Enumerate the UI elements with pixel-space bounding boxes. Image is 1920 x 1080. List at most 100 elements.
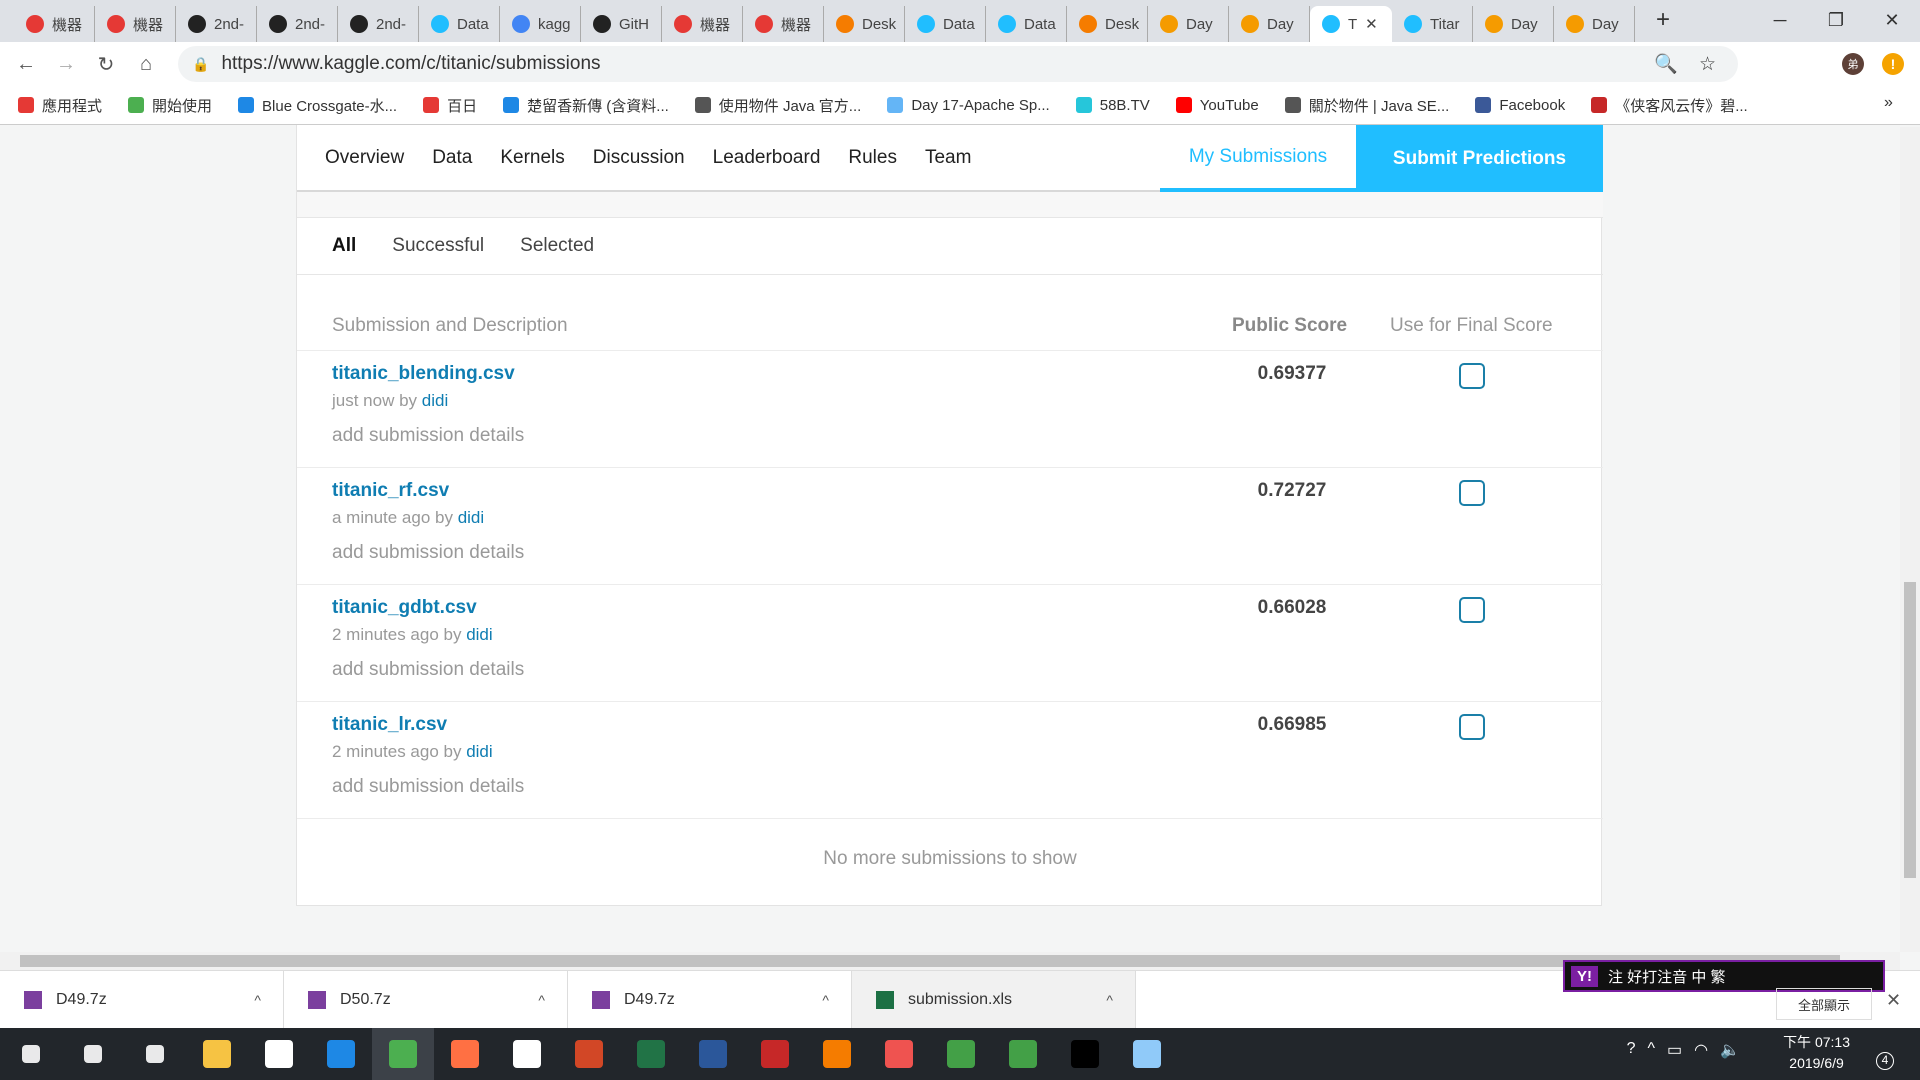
nav-leaderboard[interactable]: Leaderboard xyxy=(713,147,821,169)
star-icon[interactable]: ☆ xyxy=(1699,53,1716,76)
browser-tab[interactable]: 機器 xyxy=(14,6,95,42)
search-icon[interactable] xyxy=(62,1028,124,1080)
submission-file-link[interactable]: titanic_lr.csv xyxy=(332,714,447,736)
restore-icon[interactable]: ❐ xyxy=(1808,0,1864,40)
submission-file-link[interactable]: titanic_blending.csv xyxy=(332,363,515,385)
browser-tab[interactable]: 機器 xyxy=(743,6,824,42)
user-link[interactable]: didi xyxy=(458,508,484,527)
edge-icon[interactable] xyxy=(310,1028,372,1080)
update-alert-icon[interactable]: ! xyxy=(1882,53,1904,75)
bookmark-item[interactable]: Day 17-Apache Sp... xyxy=(887,97,1050,114)
chevron-up-icon[interactable]: ^ xyxy=(1106,992,1113,1008)
firefox-icon[interactable] xyxy=(434,1028,496,1080)
browser-tab[interactable]: Day xyxy=(1473,6,1554,42)
browser-tab[interactable]: Data xyxy=(419,6,500,42)
add-details-link[interactable]: add submission details xyxy=(332,542,524,564)
add-details-link[interactable]: add submission details xyxy=(332,659,524,681)
download-item[interactable]: D49.7z ^ xyxy=(568,971,852,1029)
excel-icon[interactable] xyxy=(620,1028,682,1080)
close-downloads-icon[interactable]: ✕ xyxy=(1886,990,1901,1011)
submission-file-link[interactable]: titanic_gdbt.csv xyxy=(332,597,477,619)
browser-tab[interactable]: Day xyxy=(1229,6,1310,42)
browser-tab[interactable]: 機器 xyxy=(95,6,176,42)
mail-icon[interactable] xyxy=(496,1028,558,1080)
bookmark-item[interactable]: 使用物件 Java 官方... xyxy=(694,95,861,116)
vertical-scroll-thumb[interactable] xyxy=(1904,582,1916,878)
final-score-checkbox[interactable] xyxy=(1459,363,1485,389)
sublime-icon[interactable] xyxy=(806,1028,868,1080)
more-bookmarks-icon[interactable]: » xyxy=(1884,94,1893,112)
nav-data[interactable]: Data xyxy=(432,147,472,169)
chevron-up-icon[interactable]: ^ xyxy=(822,992,829,1008)
bookmark-item[interactable]: 應用程式 xyxy=(18,95,102,116)
zoom-icon[interactable]: 🔍 xyxy=(1654,52,1678,76)
notification-count[interactable]: 4 xyxy=(1876,1052,1894,1070)
clock[interactable]: 下午 07:13 2019/6/9 xyxy=(1783,1032,1850,1074)
avatar[interactable]: 弟 xyxy=(1842,53,1864,75)
vertical-scrollbar[interactable] xyxy=(1900,127,1920,952)
paint-icon[interactable] xyxy=(1116,1028,1178,1080)
home-icon[interactable]: ⌂ xyxy=(126,53,166,76)
wifi-icon[interactable]: ◠ xyxy=(1694,1040,1708,1060)
add-details-link[interactable]: add submission details xyxy=(332,425,524,447)
browser-tab[interactable]: kagg xyxy=(500,6,581,42)
sync-icon[interactable] xyxy=(992,1028,1054,1080)
close-tab-icon[interactable]: ✕ xyxy=(1365,15,1378,33)
close-icon[interactable]: ✕ xyxy=(1864,0,1920,40)
chrome-icon[interactable] xyxy=(372,1028,434,1080)
bookmark-item[interactable]: 百日 xyxy=(423,95,477,116)
browser-tab[interactable]: Data xyxy=(905,6,986,42)
task-view-icon[interactable] xyxy=(124,1028,186,1080)
windows-start-icon[interactable] xyxy=(0,1028,62,1080)
tab-my-submissions[interactable]: My Submissions xyxy=(1160,125,1356,192)
powerpoint-icon[interactable] xyxy=(558,1028,620,1080)
browser-tab[interactable]: 2nd- xyxy=(257,6,338,42)
browser-tab[interactable]: Desk xyxy=(1067,6,1148,42)
user-link[interactable]: didi xyxy=(422,391,448,410)
bookmark-item[interactable]: 58B.TV xyxy=(1075,97,1150,114)
bookmark-item[interactable]: Facebook xyxy=(1475,97,1565,114)
bookmark-item[interactable]: 《侠客风云传》碧... xyxy=(1591,95,1748,116)
final-score-checkbox[interactable] xyxy=(1459,480,1485,506)
reload-icon[interactable]: ↻ xyxy=(86,52,126,77)
forward-icon[interactable]: → xyxy=(46,53,86,76)
download-item[interactable]: submission.xls ^ xyxy=(852,971,1136,1029)
volume-icon[interactable]: 🔈 xyxy=(1720,1040,1740,1060)
chevron-up-icon[interactable]: ^ xyxy=(254,992,261,1008)
back-icon[interactable]: ← xyxy=(6,53,46,76)
submit-predictions-button[interactable]: Submit Predictions xyxy=(1356,125,1603,192)
app-icon[interactable] xyxy=(868,1028,930,1080)
new-tab-icon[interactable]: + xyxy=(1656,6,1670,34)
show-all-downloads-button[interactable]: 全部顯示 xyxy=(1776,988,1872,1020)
browser-tab[interactable]: Day xyxy=(1148,6,1229,42)
browser-tab[interactable]: 2nd- xyxy=(176,6,257,42)
bookmark-item[interactable]: Blue Crossgate-水... xyxy=(238,95,397,116)
nav-kernels[interactable]: Kernels xyxy=(500,147,564,169)
help-icon[interactable]: ? xyxy=(1627,1040,1636,1060)
nav-overview[interactable]: Overview xyxy=(325,147,404,169)
nav-rules[interactable]: Rules xyxy=(848,147,897,169)
nav-team[interactable]: Team xyxy=(925,147,971,169)
browser-tab[interactable]: T ✕ xyxy=(1310,6,1392,42)
bookmark-item[interactable]: 關於物件 | Java SE... xyxy=(1284,95,1449,116)
add-details-link[interactable]: add submission details xyxy=(332,776,524,798)
final-score-checkbox[interactable] xyxy=(1459,714,1485,740)
user-link[interactable]: didi xyxy=(466,625,492,644)
download-item[interactable]: D49.7z ^ xyxy=(0,971,284,1029)
bookmark-item[interactable]: YouTube xyxy=(1175,97,1259,114)
bookmark-item[interactable]: 開始使用 xyxy=(128,95,212,116)
filter-successful[interactable]: Successful xyxy=(392,235,484,257)
url-bar[interactable]: 🔒 https://www.kaggle.com/c/titanic/submi… xyxy=(178,46,1738,82)
bookmark-item[interactable]: 楚留香新傳 (含資料... xyxy=(503,95,669,116)
browser-tab[interactable]: GitH xyxy=(581,6,662,42)
chevron-up-icon[interactable]: ^ xyxy=(1647,1040,1655,1060)
download-item[interactable]: D50.7z ^ xyxy=(284,971,568,1029)
final-score-checkbox[interactable] xyxy=(1459,597,1485,623)
battery-icon[interactable]: ▭ xyxy=(1667,1040,1682,1060)
user-link[interactable]: didi xyxy=(466,742,492,761)
chevron-up-icon[interactable]: ^ xyxy=(538,992,545,1008)
app-icon[interactable] xyxy=(744,1028,806,1080)
browser-tab[interactable]: 2nd- xyxy=(338,6,419,42)
browser-tab[interactable]: Desk xyxy=(824,6,905,42)
filter-selected[interactable]: Selected xyxy=(520,235,594,257)
